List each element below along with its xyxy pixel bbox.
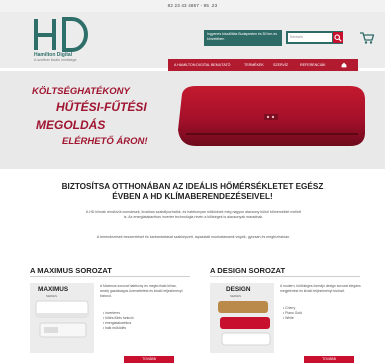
maximus-brand-sub: SERIES: [46, 294, 58, 298]
nav-item-service[interactable]: SZERVÍZ: [273, 59, 288, 71]
nav-item-references[interactable]: REFERENCIÁK: [300, 59, 326, 71]
search-button[interactable]: [333, 32, 343, 43]
banner-line-2: hűtési-fűtési: [56, 100, 147, 114]
design-product-card[interactable]: [210, 283, 274, 353]
logo-tagline: A szoftver kiváló minősége: [34, 58, 77, 62]
search-input[interactable]: Keresés: [288, 33, 332, 42]
maximus-more-button[interactable]: TOVÁBB: [124, 356, 174, 363]
maximus-divider: [30, 276, 190, 277]
cart-icon: [360, 32, 375, 44]
air-conditioner-image: [178, 86, 365, 146]
design-product-image: [218, 301, 271, 346]
intro-paragraph-1: A HD klímák rendkívül csendesek, kiválóa…: [86, 210, 301, 219]
nav-item-about[interactable]: A HAMILTON DIGITAL BEMUTATÓ: [174, 59, 230, 71]
maximus-product-card[interactable]: [30, 283, 94, 353]
logo-mark-icon: [34, 17, 88, 52]
design-brand-label: DESIGN: [226, 286, 251, 293]
maximus-description: A Maximus sorozat hatékony és megbízható…: [100, 284, 183, 298]
design-more-button[interactable]: TOVÁBB: [304, 356, 354, 363]
intro-heading: Biztosítsa otthonában az ideális hőmérsé…: [61, 182, 324, 201]
design-feature-3: • White: [283, 316, 294, 320]
nav-home-button[interactable]: [341, 59, 347, 71]
banner-line-4: elérhető áron!: [62, 136, 148, 147]
promo-banner[interactable]: Ingyenes kiszállítás Budapesten és 50 km…: [204, 30, 282, 46]
intro-paragraph-2: A berendezések beszerelését és karbantar…: [96, 235, 291, 239]
search-icon: [334, 33, 342, 42]
banner-line-3: megoldás: [36, 118, 106, 132]
cart-button[interactable]: [360, 31, 375, 44]
design-divider: [210, 276, 360, 277]
maximus-feature-4: • halk működés: [103, 326, 127, 330]
home-icon: [341, 62, 347, 68]
design-section-title: A Design sorozat: [210, 266, 286, 275]
design-description: A modern, különleges formájú design soro…: [280, 284, 361, 293]
maximus-brand-label: MAXIMUS: [38, 286, 69, 293]
design-brand-sub: SERIES: [230, 294, 242, 298]
maximus-section-title: A Maximus sorozat: [30, 266, 112, 275]
maximus-product-image: [35, 300, 89, 338]
banner-line-1: Költséghatékony: [32, 86, 130, 97]
nav-item-products[interactable]: TERMÉKEK: [244, 59, 264, 71]
phone-number: 82 23 43 4867 - 85 .23: [167, 3, 218, 8]
